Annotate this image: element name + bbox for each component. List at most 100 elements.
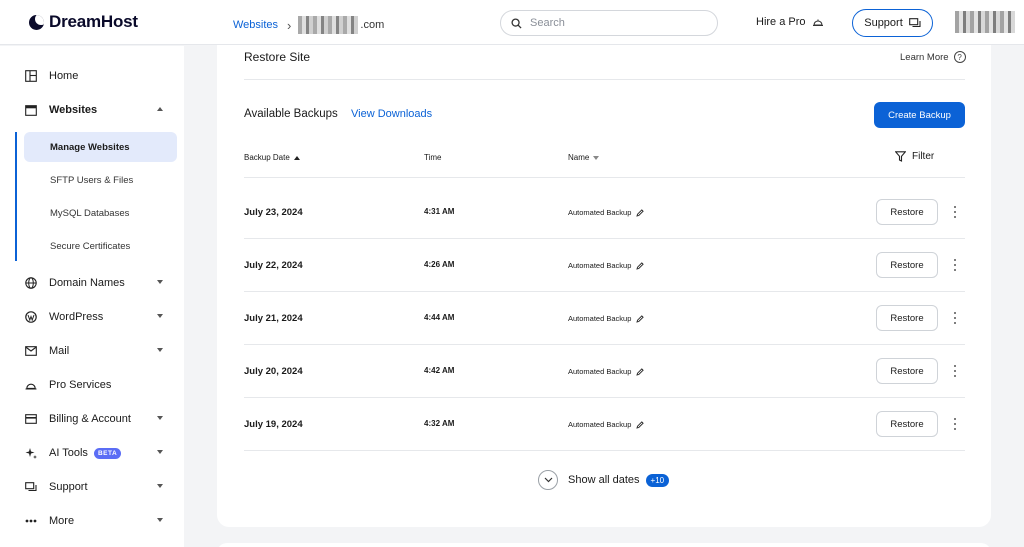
pencil-icon[interactable] [636, 368, 644, 376]
dots-icon [24, 514, 38, 528]
chevron-down-icon [157, 518, 163, 522]
sidebar-item-label: AI ToolsBETA [49, 447, 121, 459]
backup-date: July 20, 2024 [244, 366, 303, 377]
sort-ascending-icon [294, 156, 300, 160]
submenu-item-certificates[interactable]: Secure Certificates [24, 231, 177, 261]
more-options-icon[interactable] [950, 257, 960, 273]
chevron-up-icon [157, 107, 163, 111]
pencil-icon[interactable] [636, 421, 644, 429]
breadcrumb-domain: .com [298, 16, 384, 34]
pencil-icon[interactable] [636, 209, 644, 217]
dreamhost-logo[interactable]: DreamHost [29, 12, 138, 32]
backup-date: July 23, 2024 [244, 207, 303, 218]
redacted-domain-name [298, 16, 358, 34]
brand-name: DreamHost [49, 12, 138, 32]
show-all-dates-button[interactable]: Show all dates +10 [538, 470, 669, 490]
filter-button[interactable]: Filter [895, 151, 934, 162]
sidebar-item-pro-services[interactable]: Pro Services [0, 373, 184, 397]
restore-button[interactable]: Restore [876, 411, 938, 437]
restore-site-card: Restore Site Learn More ? Available Back… [217, 45, 991, 527]
cloche-icon [812, 18, 824, 27]
available-backups-heading: Available Backups [244, 108, 338, 120]
support-button-label: Support [864, 17, 903, 29]
column-header-name[interactable]: Name [568, 153, 599, 162]
submenu-item-manage-websites[interactable]: Manage Websites [24, 132, 177, 162]
divider [244, 177, 965, 178]
submenu-item-mysql[interactable]: MySQL Databases [24, 198, 177, 228]
restore-button[interactable]: Restore [876, 358, 938, 384]
backup-name: Automated Backup [568, 420, 644, 429]
column-header-time: Time [424, 153, 441, 162]
hire-a-pro-label: Hire a Pro [756, 16, 806, 28]
restore-button[interactable]: Restore [876, 305, 938, 331]
chevron-down-icon [538, 470, 558, 490]
sort-icon [593, 156, 599, 160]
sidebar-item-more[interactable]: More [0, 509, 184, 533]
browser-icon [24, 103, 38, 117]
sidebar-item-label: Home [49, 70, 78, 82]
divider [244, 79, 965, 80]
backup-time: 4:26 AM [424, 260, 454, 269]
learn-more-link[interactable]: Learn More ? [900, 51, 966, 63]
backup-date: July 22, 2024 [244, 260, 303, 271]
search-placeholder: Search [530, 17, 565, 29]
backup-time: 4:44 AM [424, 313, 454, 322]
redacted-user-avatar[interactable] [955, 11, 1015, 33]
backup-name-label: Automated Backup [568, 367, 631, 376]
backup-date: July 19, 2024 [244, 419, 303, 430]
sidebar-item-home[interactable]: Home [0, 64, 184, 88]
sidebar-item-label: Mail [49, 345, 69, 357]
show-all-dates-label: Show all dates [568, 474, 640, 486]
backup-time: 4:31 AM [424, 207, 454, 216]
pencil-icon[interactable] [636, 315, 644, 323]
search-input[interactable]: Search [500, 10, 718, 36]
chevron-down-icon [157, 280, 163, 284]
chat-icon [909, 18, 921, 29]
view-downloads-link[interactable]: View Downloads [351, 108, 432, 120]
more-options-icon[interactable] [950, 363, 960, 379]
layout-icon [24, 69, 38, 83]
more-options-icon[interactable] [950, 204, 960, 220]
create-backup-button[interactable]: Create Backup [874, 102, 965, 128]
breadcrumb-separator: › [287, 20, 291, 31]
sidebar: Home Websites Manage Websites SFTP Users… [0, 46, 184, 547]
backup-name-label: Automated Backup [568, 420, 631, 429]
chevron-down-icon [157, 314, 163, 318]
sidebar-item-domain-names[interactable]: Domain Names [0, 271, 184, 295]
sidebar-item-label: More [49, 515, 74, 527]
table-row: July 22, 2024 4:26 AM Automated Backup R… [244, 239, 965, 292]
sidebar-item-label: Domain Names [49, 277, 125, 289]
sidebar-item-wordpress[interactable]: WordPress [0, 305, 184, 329]
backup-time: 4:32 AM [424, 419, 454, 428]
chat-icon [24, 480, 38, 494]
domain-suffix: .com [360, 19, 384, 31]
next-card-edge [217, 543, 991, 547]
sidebar-item-billing[interactable]: Billing & Account [0, 407, 184, 431]
submenu-item-sftp-users[interactable]: SFTP Users & Files [24, 165, 177, 195]
ai-tools-label: AI Tools [49, 447, 88, 459]
restore-button[interactable]: Restore [876, 199, 938, 225]
restore-button[interactable]: Restore [876, 252, 938, 278]
chevron-down-icon [157, 484, 163, 488]
sidebar-item-websites[interactable]: Websites [0, 98, 184, 122]
chevron-down-icon [157, 416, 163, 420]
hire-a-pro-link[interactable]: Hire a Pro [756, 16, 824, 28]
column-header-date[interactable]: Backup Date [244, 153, 300, 162]
sidebar-item-label: WordPress [49, 311, 103, 323]
sidebar-item-label: Pro Services [49, 379, 111, 391]
page-title: Restore Site [244, 50, 310, 64]
support-button[interactable]: Support [852, 9, 933, 37]
sidebar-item-ai-tools[interactable]: AI ToolsBETA [0, 441, 184, 465]
sidebar-item-label: Billing & Account [49, 413, 131, 425]
breadcrumb: Websites › .com [233, 16, 384, 34]
backup-name: Automated Backup [568, 208, 644, 217]
sidebar-item-support[interactable]: Support [0, 475, 184, 499]
breadcrumb-websites-link[interactable]: Websites [233, 19, 278, 31]
pencil-icon[interactable] [636, 262, 644, 270]
top-bar: DreamHost Websites › .com Search Hire a … [0, 0, 1024, 45]
credit-card-icon [24, 412, 38, 426]
globe-icon [24, 276, 38, 290]
more-options-icon[interactable] [950, 416, 960, 432]
sidebar-item-mail[interactable]: Mail [0, 339, 184, 363]
more-options-icon[interactable] [950, 310, 960, 326]
